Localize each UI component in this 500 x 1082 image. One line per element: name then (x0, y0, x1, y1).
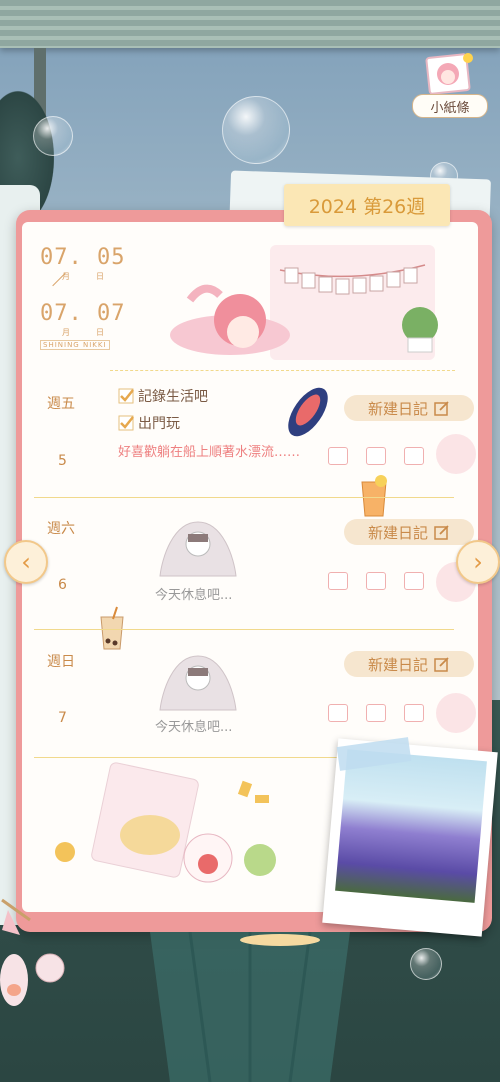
header-divider (110, 370, 455, 371)
new-diary-label: 新建日記 (367, 655, 428, 674)
date-range: 07. 05 月 日 07. 07 月 日 (40, 245, 130, 355)
note-button[interactable]: 小紙條 (412, 50, 490, 122)
edit-icon (434, 401, 449, 416)
sticker-slot[interactable] (436, 434, 476, 474)
flower-field-photo (335, 749, 487, 903)
sticker-slot[interactable] (436, 693, 476, 733)
brand-label: SHINING NIKKI (40, 340, 110, 350)
checkmark-icon (118, 415, 134, 431)
mood-checkbox[interactable] (366, 447, 386, 465)
bubble-decoration (33, 116, 73, 156)
bubble-decoration (222, 96, 290, 164)
todo-label: 記錄生活吧 (138, 389, 208, 405)
new-diary-button[interactable]: 新建日記 (344, 519, 474, 545)
new-diary-label: 新建日記 (367, 399, 428, 418)
day-label-sun: 週日 (47, 654, 75, 670)
diary-entry-text[interactable]: 好喜歡躺在船上順著水漂流…… (118, 444, 323, 462)
window-blinds (0, 0, 500, 48)
chevron-left-icon: ‹ (21, 548, 31, 576)
new-diary-label: 新建日記 (367, 523, 428, 542)
boat-sticker (288, 387, 328, 437)
mood-checkbox[interactable] (404, 447, 424, 465)
day-number-sun: 7 (58, 710, 67, 726)
chevron-right-icon: › (473, 548, 483, 576)
sleepy-character-illustration (159, 521, 237, 577)
mood-checkbox[interactable] (328, 447, 348, 465)
day-number-fri: 5 (58, 453, 67, 469)
end-date: 07. 07 (40, 301, 126, 326)
note-label: 小紙條 (412, 94, 488, 118)
start-day-label: 日 (96, 272, 104, 281)
mood-checkbox[interactable] (404, 704, 424, 722)
day-label-sat: 週六 (47, 521, 75, 537)
todo-label: 出門玩 (138, 416, 180, 432)
prev-week-button[interactable]: ‹ (4, 540, 48, 584)
mood-checkbox[interactable] (366, 704, 386, 722)
new-diary-button[interactable]: 新建日記 (344, 395, 474, 421)
todo-item[interactable]: 出門玩 (118, 413, 180, 433)
day-divider (34, 497, 454, 498)
todo-item[interactable]: 記錄生活吧 (118, 386, 208, 406)
mood-checkbox[interactable] (328, 704, 348, 722)
rest-message: 今天休息吧... (155, 720, 233, 735)
orange-drink-sticker (361, 475, 387, 517)
mood-checkbox[interactable] (366, 572, 386, 590)
next-week-button[interactable]: › (456, 540, 500, 584)
mood-checkbox[interactable] (404, 572, 424, 590)
day-number-sat: 6 (58, 577, 67, 593)
end-day-label: 日 (96, 328, 104, 337)
chair-decoration (150, 932, 350, 1082)
bubble-tea-sticker (100, 606, 124, 650)
sleepy-character-illustration (159, 655, 237, 711)
girl-lying-illustration (170, 245, 438, 360)
day-divider (34, 629, 454, 630)
mood-checkbox[interactable] (328, 572, 348, 590)
bubble-decoration (410, 948, 442, 980)
start-date: 07. 05 (40, 245, 126, 270)
end-month-label: 月 (62, 328, 70, 337)
new-diary-button[interactable]: 新建日記 (344, 651, 474, 677)
note-avatar-icon (425, 53, 473, 95)
edit-icon (434, 525, 449, 540)
checkmark-icon (118, 388, 134, 404)
edit-icon (434, 657, 449, 672)
rest-message: 今天休息吧... (155, 588, 233, 603)
snacks-illustration (55, 762, 276, 883)
week-title: 2024 第26週 (284, 184, 450, 226)
day-label-fri: 週五 (47, 396, 75, 412)
paw-charm-decoration (0, 898, 65, 1006)
